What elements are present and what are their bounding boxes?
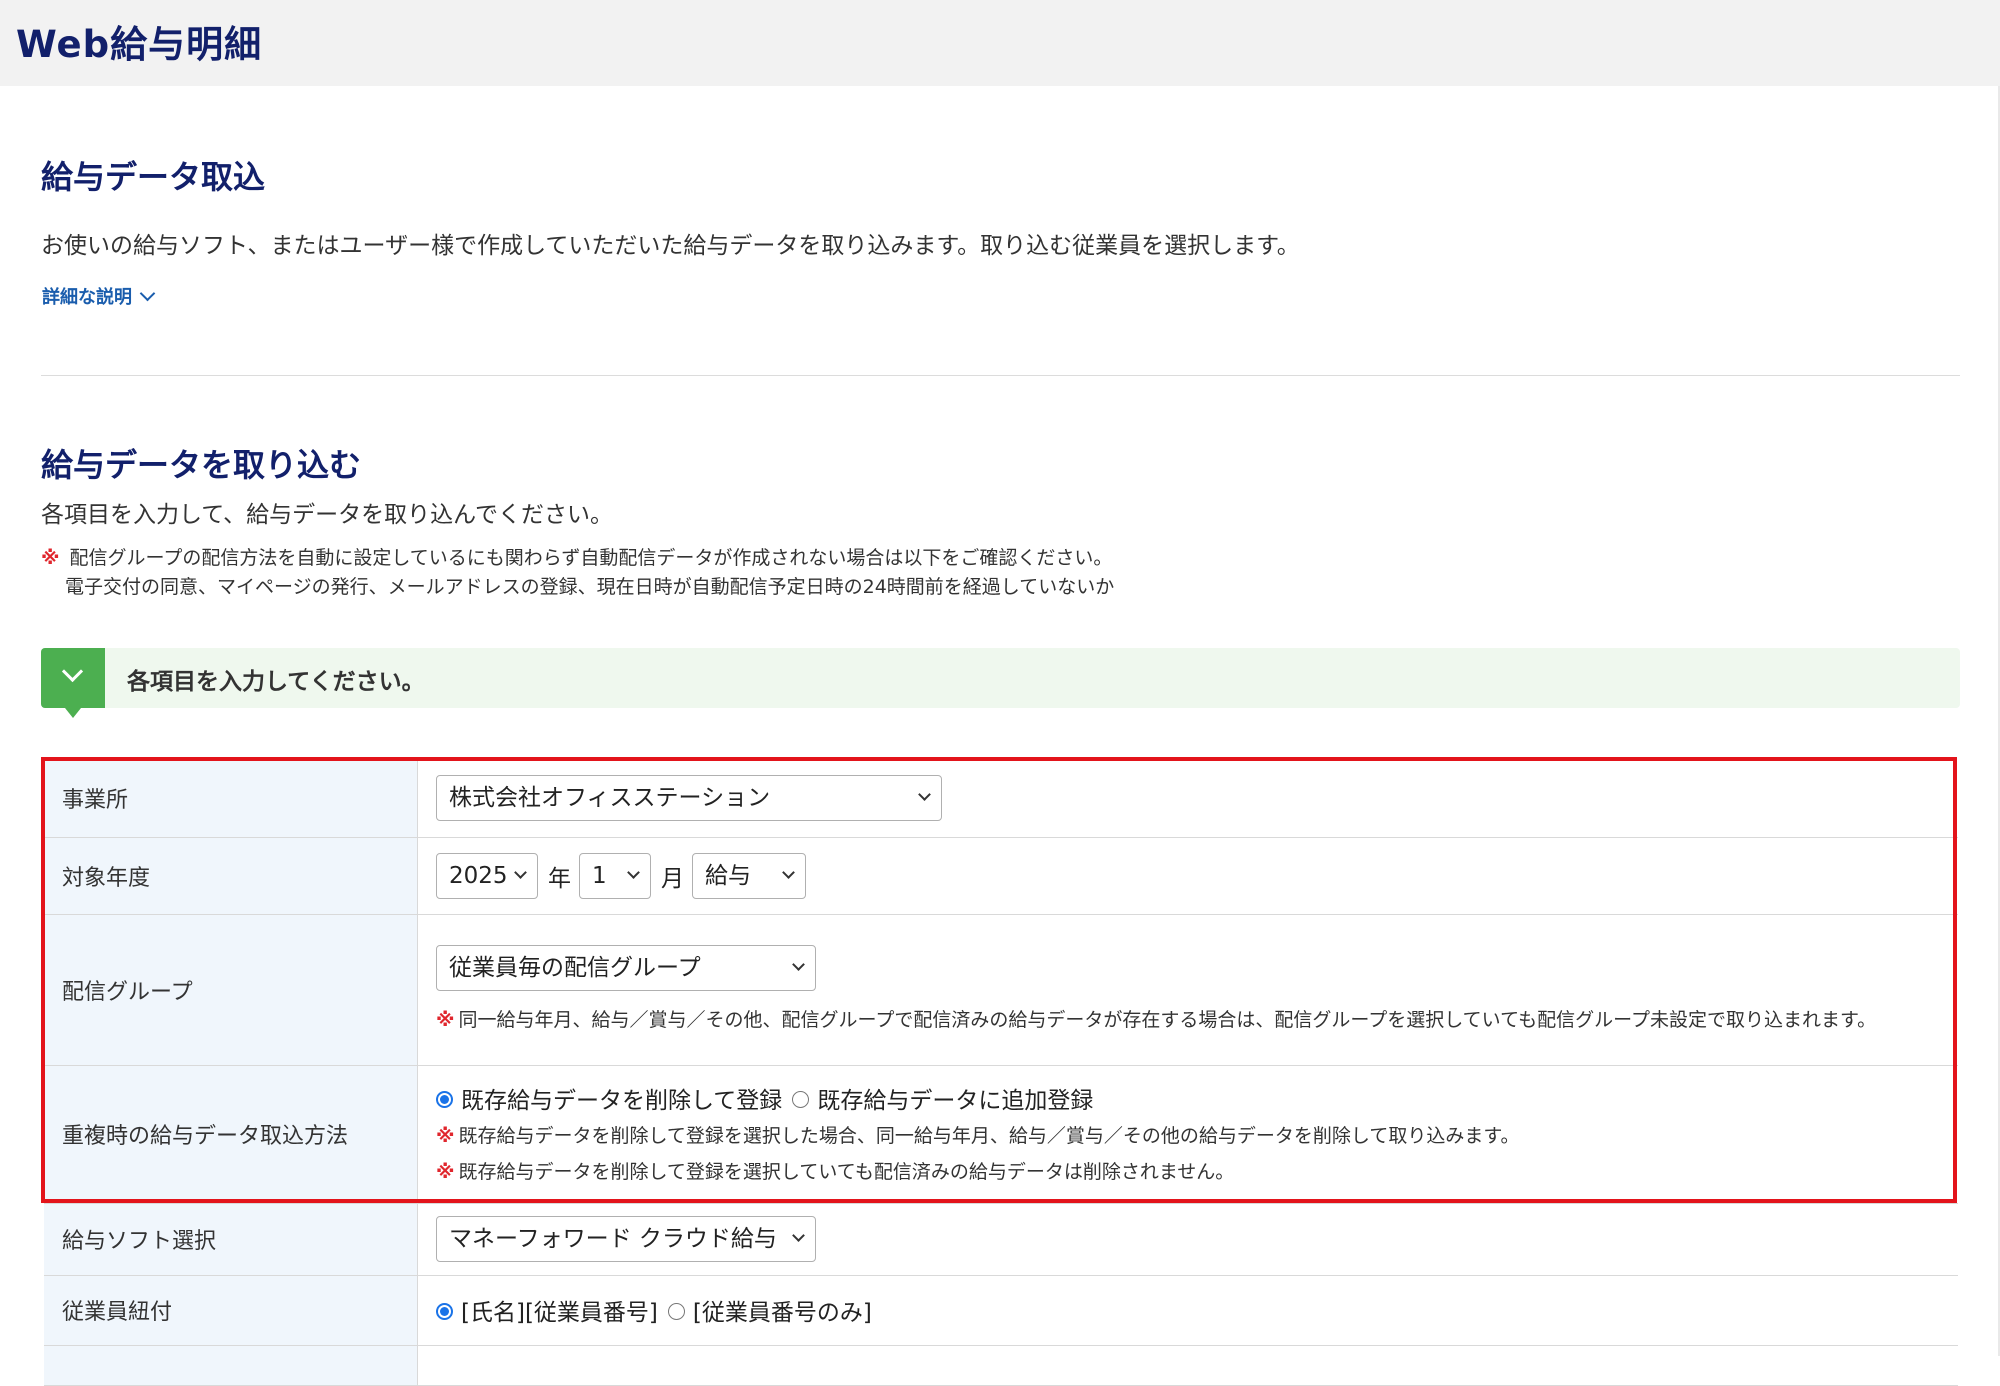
form-row-duplicate-method: 重複時の給与データ取込方法 既存給与データを削除して登録 既存給与データに追加登録… xyxy=(44,1065,1958,1204)
section-description-import-data: 各項目を入力して、給与データを取り込んでください。 xyxy=(41,502,614,528)
software-select[interactable]: マネーフォワード クラウド給与 xyxy=(436,1216,816,1262)
target-period-cell: 2025 年 1 月 給与 xyxy=(417,837,1958,915)
software-select-value: マネーフォワード クラウド給与 xyxy=(449,1226,777,1252)
chevron-down-icon xyxy=(627,865,640,879)
app-header: Web給与明細 xyxy=(0,0,2000,86)
banner-tail xyxy=(65,708,81,718)
banner-text: 各項目を入力してください。 xyxy=(127,669,425,695)
office-cell: 株式会社オフィスステーション xyxy=(417,760,1958,838)
delivery-group-cell: 従業員毎の配信グループ ※ 同一給与年月、給与／賞与／その他、配信グループで配信済… xyxy=(417,914,1958,1066)
chevron-down-icon xyxy=(782,865,795,879)
duplicate-method-note-1-text: 既存給与データを削除して登録を選択した場合、同一給与年月、給与／賞与／その他の給… xyxy=(458,1125,1520,1147)
year-select[interactable]: 2025 xyxy=(436,852,538,899)
software-label: 給与ソフト選択 xyxy=(44,1203,418,1276)
section-description-import: お使いの給与ソフト、またはユーザー様で作成していただいた給与データを取り込みます… xyxy=(41,233,1300,259)
note-mark: ※ xyxy=(41,547,60,569)
delivery-group-label: 配信グループ xyxy=(44,914,418,1066)
delivery-group-select[interactable]: 従業員毎の配信グループ xyxy=(436,944,816,991)
section-divider xyxy=(41,375,1960,376)
radio-number-only[interactable] xyxy=(667,1303,685,1320)
duplicate-method-note-2: ※ 既存給与データを削除して登録を選択していても配信済みの給与データは削除されませ… xyxy=(436,1157,1958,1187)
radio-name-and-number-label[interactable]: [氏名][従業員番号] xyxy=(461,1300,658,1326)
import-form-table: 事業所 株式会社オフィスステーション 対象年度 2025 年 1 月 給与 配信… xyxy=(44,760,1958,1386)
duplicate-method-label: 重複時の給与データ取込方法 xyxy=(44,1065,418,1204)
duplicate-method-radio-group: 既存給与データを削除して登録 既存給与データに追加登録 xyxy=(436,1081,1958,1115)
radio-append-register-label[interactable]: 既存給与データに追加登録 xyxy=(817,1088,1093,1114)
section-title-import-data: 給与データを取り込む xyxy=(41,446,362,484)
note-text-2: 電子交付の同意、マイページの発行、メールアドレスの登録、現在日時が自動配信予定日… xyxy=(65,576,1115,598)
pay-type-select[interactable]: 給与 xyxy=(692,852,806,899)
banner-chevron-icon xyxy=(41,648,105,718)
form-row-delivery-group: 配信グループ 従業員毎の配信グループ ※ 同一給与年月、給与／賞与／その他、配信グ… xyxy=(44,914,1958,1066)
instruction-banner: 各項目を入力してください。 xyxy=(41,648,1960,718)
pay-type-select-value: 給与 xyxy=(705,862,751,889)
next-row-cell xyxy=(417,1345,1958,1386)
employee-link-cell: [氏名][従業員番号] [従業員番号のみ] xyxy=(417,1275,1958,1346)
employee-link-label: 従業員紐付 xyxy=(44,1275,418,1346)
chevron-down-icon xyxy=(918,788,931,802)
delivery-group-note-text: 同一給与年月、給与／賞与／その他、配信グループで配信済みの給与データが存在する場… xyxy=(458,1008,1877,1031)
office-select[interactable]: 株式会社オフィスステーション xyxy=(436,775,942,822)
month-select[interactable]: 1 xyxy=(579,852,651,899)
form-row-software: 給与ソフト選択 マネーフォワード クラウド給与 xyxy=(44,1203,1958,1276)
radio-delete-and-register-label[interactable]: 既存給与データを削除して登録 xyxy=(461,1088,782,1114)
radio-append-register[interactable] xyxy=(792,1091,810,1108)
next-row-label xyxy=(44,1345,418,1386)
duplicate-method-note-2-text: 既存給与データを削除して登録を選択していても配信済みの給与データは削除されません… xyxy=(458,1161,1235,1183)
delivery-group-select-value: 従業員毎の配信グループ xyxy=(449,954,701,981)
auto-delivery-note: ※ 配信グループの配信方法を自動に設定しているにも関わらず自動配信データが作成され… xyxy=(41,543,1112,570)
chevron-down-icon xyxy=(514,865,527,879)
chevron-down-icon xyxy=(792,1229,805,1242)
employee-link-radio-group: [氏名][従業員番号] [従業員番号のみ] xyxy=(436,1293,1958,1327)
month-unit: 月 xyxy=(661,865,684,892)
software-cell: マネーフォワード クラウド給与 xyxy=(417,1203,1958,1276)
duplicate-method-note-1: ※ 既存給与データを削除して登録を選択した場合、同一給与年月、給与／賞与／その他の… xyxy=(436,1121,1958,1151)
year-unit: 年 xyxy=(548,865,571,892)
month-select-value: 1 xyxy=(592,862,607,889)
note-mark: ※ xyxy=(436,1008,455,1031)
radio-delete-and-register[interactable] xyxy=(436,1091,453,1108)
details-toggle-link[interactable]: 詳細な説明 xyxy=(42,283,156,309)
note-mark: ※ xyxy=(436,1161,455,1183)
details-link-label[interactable]: 詳細な説明 xyxy=(42,287,132,308)
office-label: 事業所 xyxy=(44,760,418,838)
radio-number-only-label[interactable]: [従業員番号のみ] xyxy=(693,1300,872,1326)
app-title: Web給与明細 xyxy=(16,23,263,66)
section-title-import: 給与データ取込 xyxy=(41,158,266,196)
form-row-next xyxy=(44,1345,1958,1386)
year-select-value: 2025 xyxy=(449,862,508,889)
chevron-down-icon xyxy=(61,660,84,683)
office-select-value: 株式会社オフィスステーション xyxy=(449,785,771,812)
note-mark: ※ xyxy=(436,1125,455,1147)
chevron-down-icon xyxy=(139,285,156,302)
note-text-1: 配信グループの配信方法を自動に設定しているにも関わらず自動配信データが作成されな… xyxy=(69,547,1113,569)
form-row-employee-link: 従業員紐付 [氏名][従業員番号] [従業員番号のみ] xyxy=(44,1275,1958,1346)
delivery-group-note: ※ 同一給与年月、給与／賞与／その他、配信グループで配信済みの給与データが存在する… xyxy=(436,1005,1958,1035)
radio-name-and-number[interactable] xyxy=(436,1303,453,1320)
chevron-down-icon xyxy=(792,957,805,971)
duplicate-method-cell: 既存給与データを削除して登録 既存給与データに追加登録 ※ 既存給与データを削除して… xyxy=(417,1065,1958,1204)
form-row-office: 事業所 株式会社オフィスステーション xyxy=(44,760,1958,838)
form-row-target-period: 対象年度 2025 年 1 月 給与 xyxy=(44,837,1958,915)
target-period-label: 対象年度 xyxy=(44,837,418,915)
